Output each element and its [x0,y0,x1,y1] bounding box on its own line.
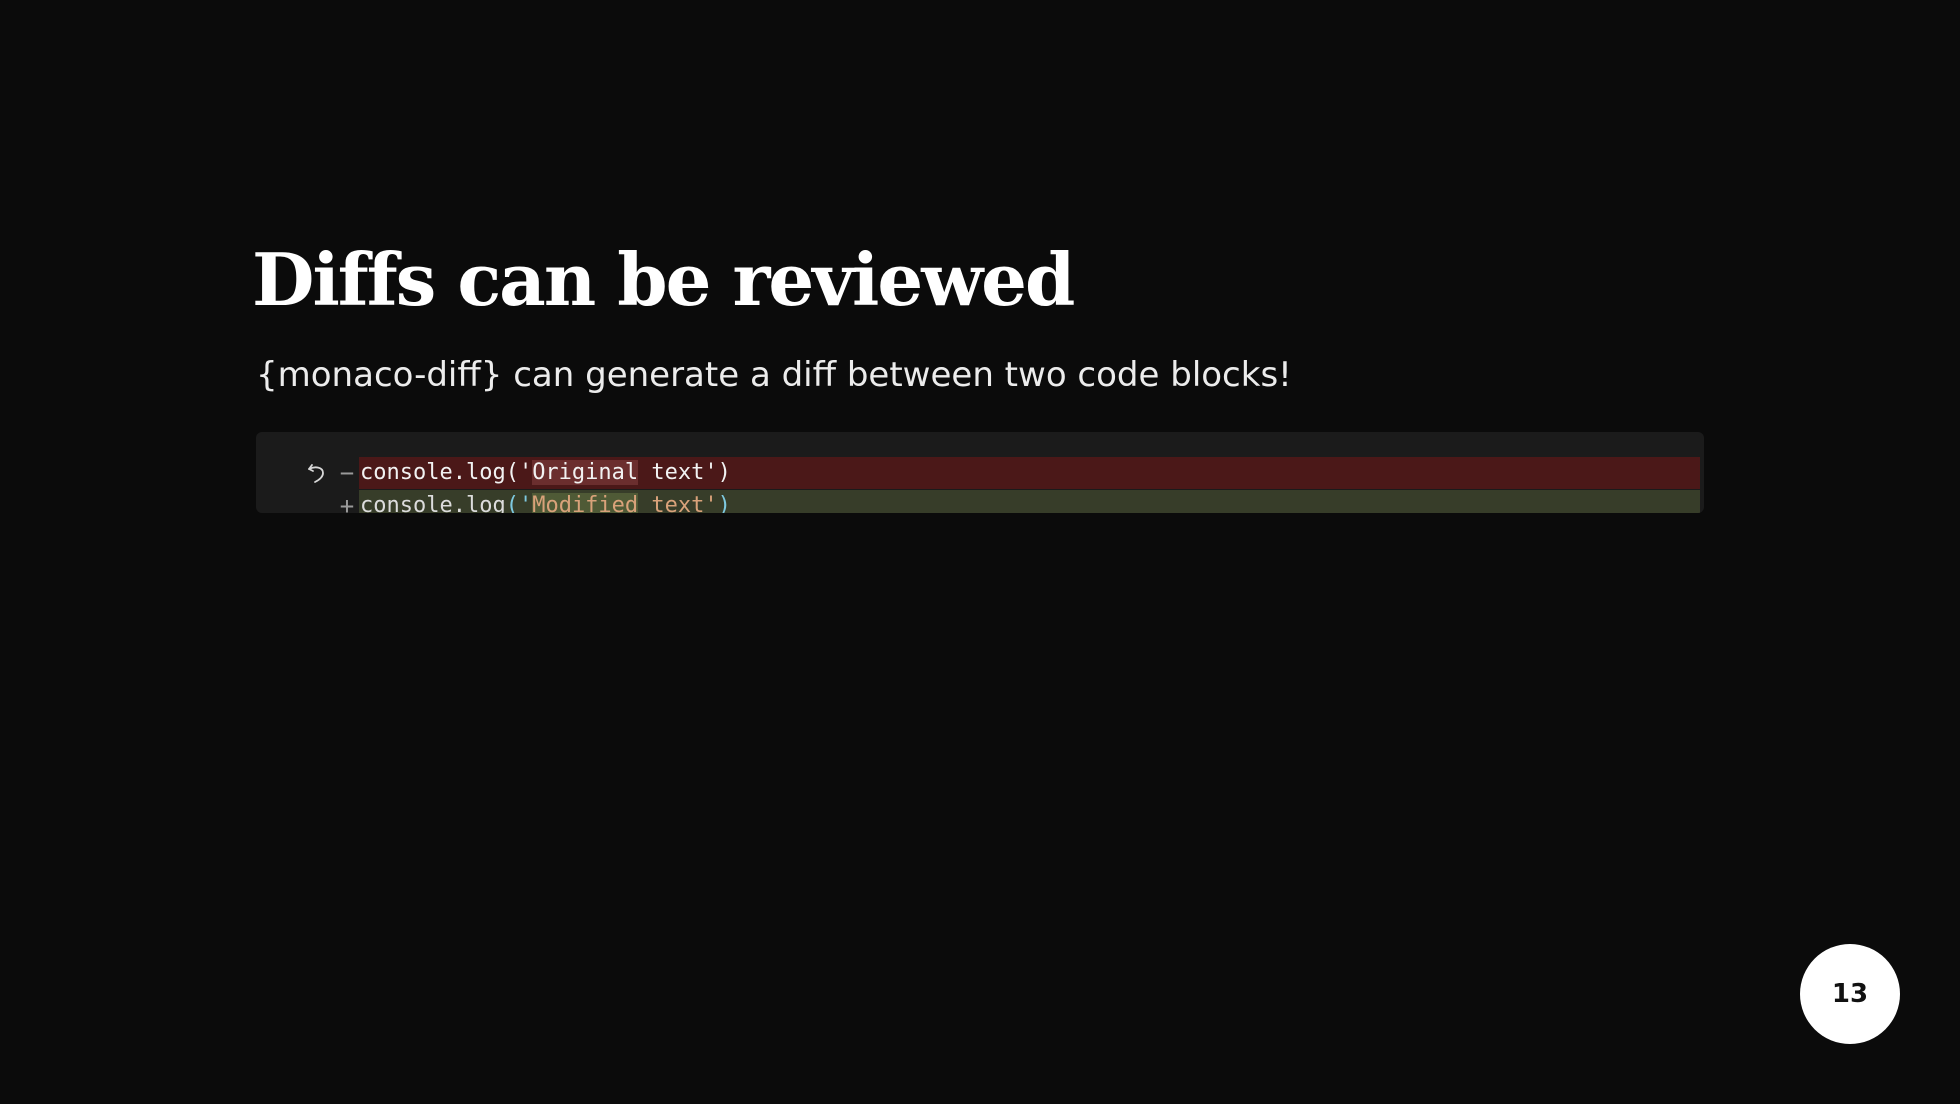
added-sign: + [339,492,355,513]
diff-added-line[interactable]: + console.log('Modified text') [256,490,1700,513]
diff-removed-line[interactable]: − console.log('Original text') [256,457,1700,489]
added-changed-word: Modified [532,493,639,513]
removed-code-suffix: text') [638,460,731,485]
diff-editor[interactable]: − console.log('Original text') + console… [256,432,1704,513]
removed-sign: − [339,459,355,487]
removed-code-prefix: console.log(' [360,460,533,485]
slide-subtitle: {monaco-diff} can generate a diff betwee… [256,355,1292,395]
added-code-suffix: text' [638,493,718,513]
removed-changed-word: Original [532,460,639,485]
added-code-close: ) [717,493,731,513]
removed-code: console.log('Original text') [360,457,731,489]
revert-arrow-icon[interactable] [306,461,330,485]
added-code: console.log('Modified text') [360,490,731,513]
added-code-object: console.log [360,493,506,513]
added-code-open: (' [505,493,533,513]
slide-title: Diffs can be reviewed [252,237,1075,322]
page-number-badge: 13 [1800,944,1900,1044]
